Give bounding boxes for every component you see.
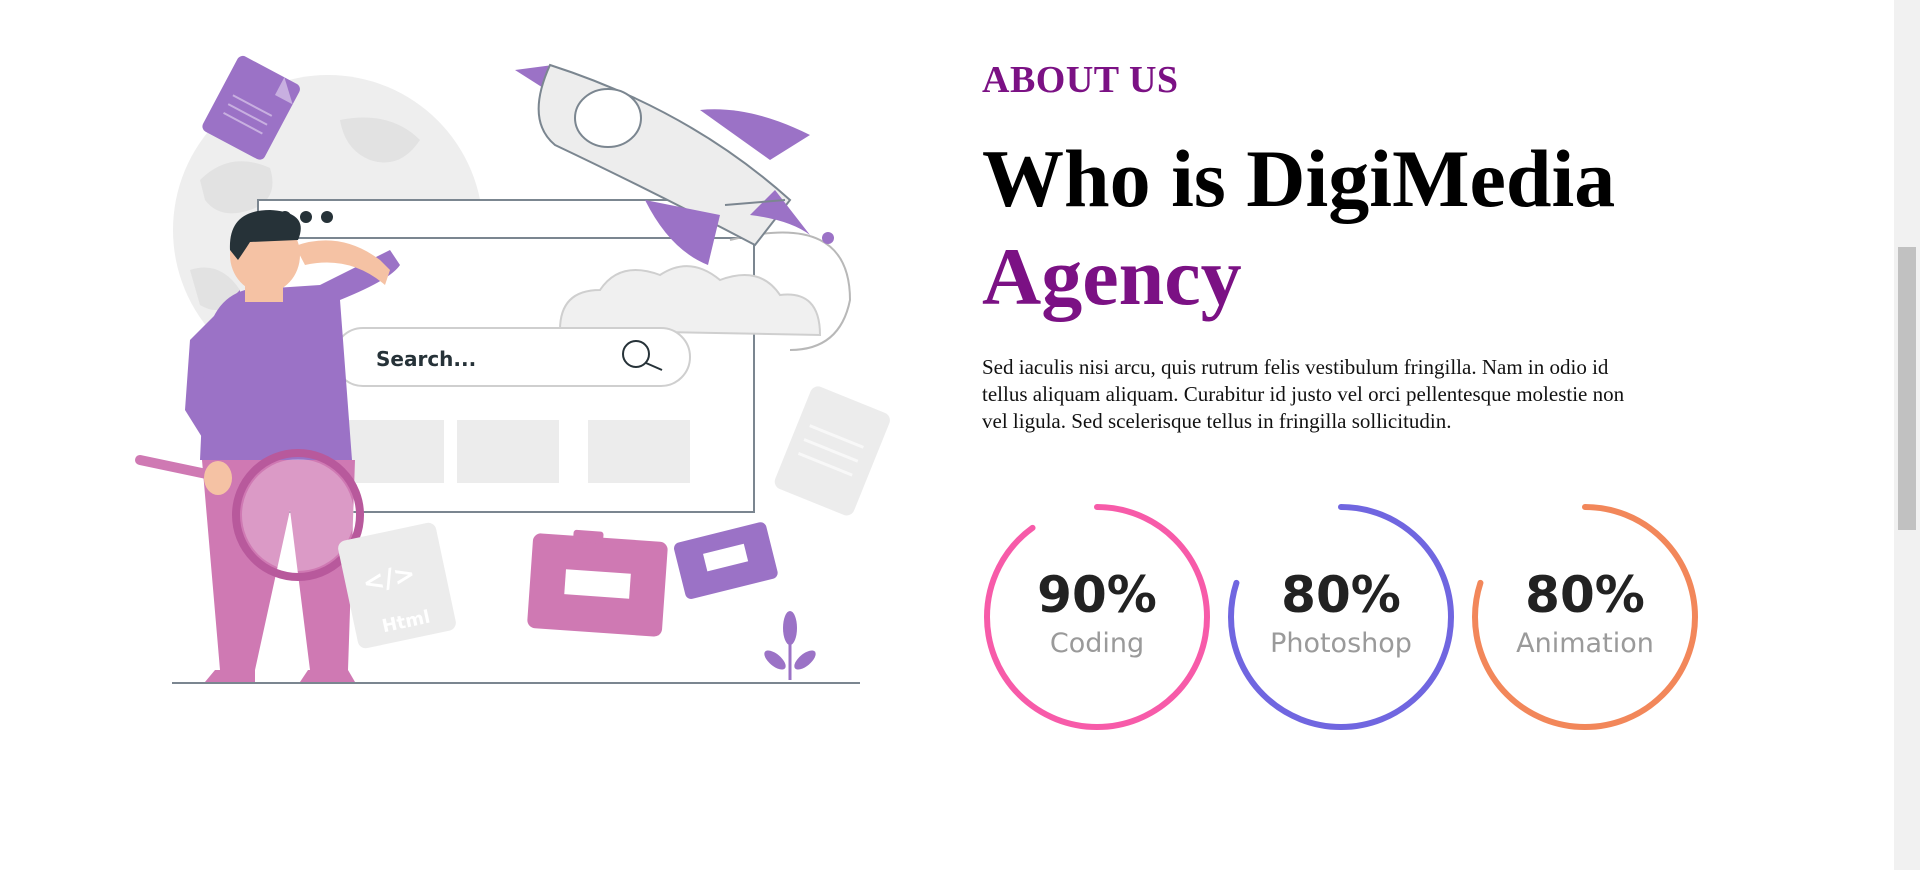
document-faint-icon	[774, 386, 890, 516]
skill-value: 90%	[1037, 566, 1157, 624]
about-illustration-svg: Search... </> Html	[135, 55, 890, 684]
plant-icon	[764, 611, 816, 680]
search-placeholder: Search...	[376, 347, 476, 371]
skill-photoshop: 80% Photoshop	[1224, 500, 1458, 734]
skill-label: Coding	[1049, 628, 1145, 659]
skill-coding: 90% Coding	[980, 500, 1214, 734]
section-description: Sed iaculis nisi arcu, quis rutrum felis…	[982, 355, 1625, 433]
about-text-section: ABOUT US Who is DigiMedia Agency Sed iac…	[982, 58, 1662, 435]
folder-pink-icon	[527, 529, 668, 637]
scrollbar-thumb[interactable]	[1898, 247, 1916, 530]
headline-accent: Agency	[982, 231, 1242, 322]
skill-value: 80%	[1281, 566, 1401, 624]
section-eyebrow: ABOUT US	[982, 59, 1179, 101]
about-illustration: Search... </> Html	[130, 50, 910, 700]
html-file-icon: </> Html	[338, 522, 456, 649]
folder-purple-icon	[673, 522, 778, 599]
section-headline: Who is DigiMedia Agency	[982, 130, 1662, 326]
skill-animation: 80% Animation	[1468, 500, 1702, 734]
scrollbar-track[interactable]	[1894, 0, 1920, 870]
skill-label: Photoshop	[1270, 628, 1412, 659]
headline-main: Who is DigiMedia	[982, 133, 1616, 224]
skill-value: 80%	[1525, 566, 1645, 624]
skills-progress-group: 90% Coding 80% Photoshop 80% Animation	[980, 500, 1700, 740]
skill-label: Animation	[1516, 628, 1654, 659]
